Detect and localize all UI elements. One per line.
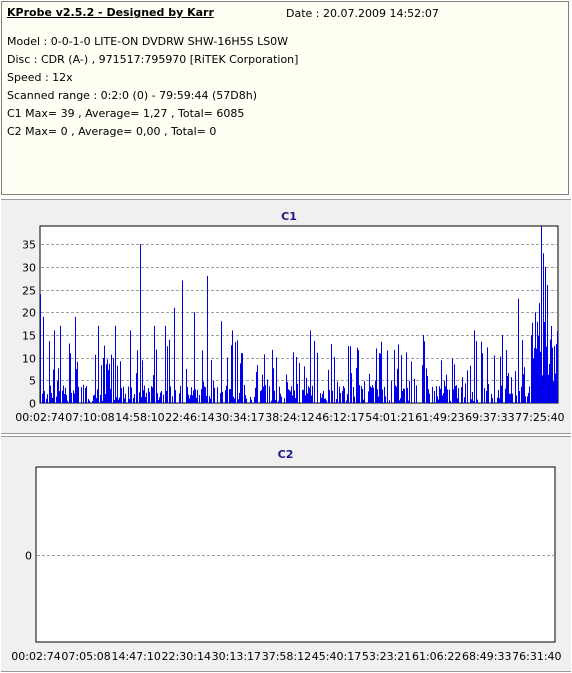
c1-xtick-label: 07:10:08 [65,411,114,424]
c1-xtick-label: 69:37:33 [465,411,514,424]
date-label: Date : 20.07.2009 14:52:07 [286,7,439,20]
c1-xtick-label: 77:25:40 [515,411,564,424]
c1-ytick-label: 25 [22,285,36,298]
c2-ytick-label: 0 [25,550,32,563]
c2-chart-title: C2 [278,448,294,461]
c2-xtick-label: 07:05:08 [61,650,110,663]
c2-summary-line: C2 Max= 0 , Average= 0,00 , Total= 0 [7,125,217,138]
c2-xtick-label: 22:30:14 [162,650,211,663]
c1-xtick-label: 46:12:17 [315,411,364,424]
disc-info: Model : 0-0-1-0 LITE-ON DVDRW SHW-16H5S … [7,33,298,141]
c1-ytick-label: 20 [22,307,36,320]
c2-xtick-label: 37:58:12 [262,650,311,663]
c2-xtick-label: 68:49:33 [462,650,511,663]
c2-xtick-label: 30:13:17 [212,650,261,663]
c1-xtick-label: 00:02:74 [15,411,64,424]
c1-xtick-label: 61:49:23 [415,411,464,424]
c1-chart-title: C1 [281,210,297,223]
app-title: KProbe v2.5.2 - Designed by Karr [7,6,214,19]
c1-xtick-label: 38:24:12 [265,411,314,424]
c2-xtick-label: 53:23:21 [362,650,411,663]
c1-ytick-label: 5 [29,375,36,388]
model-line: Model : 0-0-1-0 LITE-ON DVDRW SHW-16H5S … [7,35,289,48]
c1-xtick-label: 22:46:14 [165,411,214,424]
c1-ytick-label: 15 [22,330,36,343]
info-panel: KProbe v2.5.2 - Designed by Karr Date : … [1,1,569,195]
c2-plot-area [35,466,556,643]
c2-xtick-label: 14:47:10 [111,650,160,663]
c1-chart-panel: C1 0 5 10 15 20 25 30 35 00:02:74 07:10:08 14:58:10… [1,199,571,434]
c2-chart: C2 0 00:02:74 07:05:08 14:47:10 22:30:14 30:13… [11,448,561,663]
disc-line: Disc : CDR (A-) , 971517:795970 [RiTEK C… [7,53,299,66]
c1-ytick-label: 35 [22,239,36,252]
c1-xtick-label: 30:34:17 [215,411,264,424]
c2-xtick-label: 76:31:40 [512,650,561,663]
c1-ytick-label: 0 [29,398,36,411]
range-line: Scanned range : 0:2:0 (0) - 79:59:44 (57… [7,89,258,102]
c2-xtick-label: 00:02:74 [11,650,60,663]
c2-chart-panel: C2 0 00:02:74 07:05:08 14:47:10 22:30:14 30:13… [1,436,571,672]
speed-line: Speed : 12x [7,71,73,84]
c2-xtick-label: 61:06:22 [412,650,461,663]
c1-summary-line: C1 Max= 39 , Average= 1,27 , Total= 6085 [7,107,245,120]
c1-ytick-label: 30 [22,262,36,275]
c2-xtick-label: 45:40:17 [312,650,361,663]
c1-ytick-label: 10 [22,353,36,366]
c1-chart: C1 0 5 10 15 20 25 30 35 00:02:74 07:10:08 14:58:10… [15,210,564,424]
c1-xtick-label: 54:01:21 [365,411,414,424]
c1-xtick-label: 14:58:10 [115,411,164,424]
